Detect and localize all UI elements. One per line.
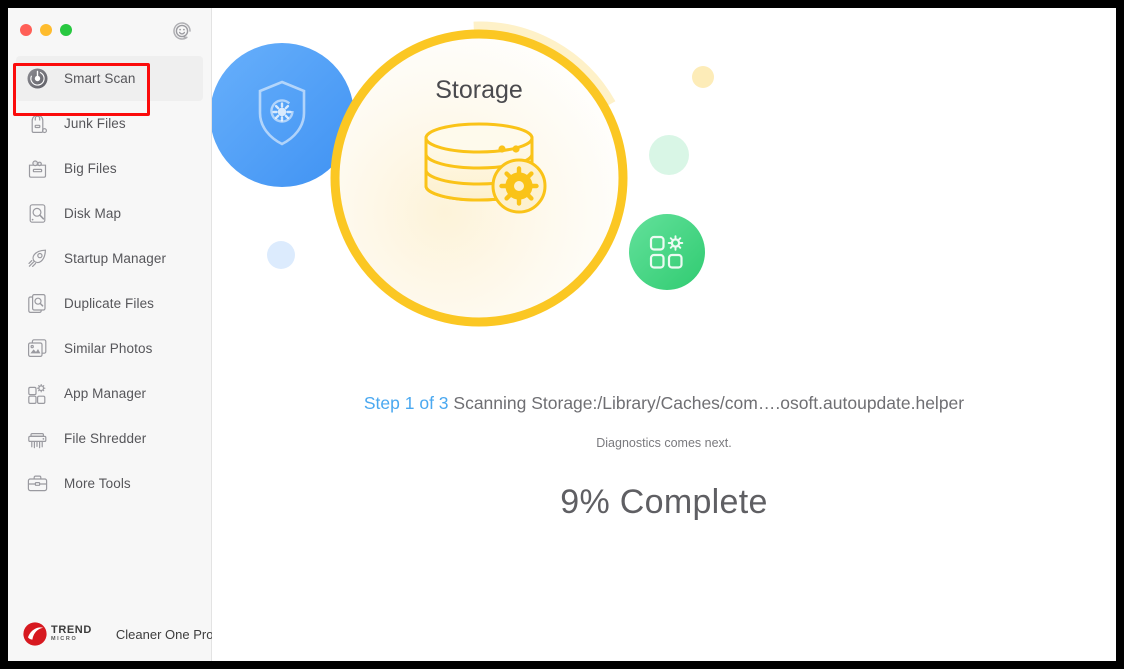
sidebar-item-big-files[interactable]: Big Files [16, 146, 203, 191]
smart-scan-icon [25, 67, 49, 91]
sidebar-item-startup-manager[interactable]: Startup Manager [16, 236, 203, 281]
smiley-feedback-icon[interactable] [171, 20, 193, 42]
disk-map-icon [25, 202, 49, 226]
sidebar-item-label: Duplicate Files [64, 296, 155, 311]
sidebar-item-label: Startup Manager [64, 251, 167, 266]
trend-micro-wordmark: TREND MICRO [51, 625, 92, 643]
sidebar-item-label: More Tools [64, 476, 131, 491]
window-controls [20, 24, 72, 36]
sidebar-item-label: File Shredder [64, 431, 147, 446]
trend-micro-logo [22, 621, 48, 647]
brand-footer: TREND MICRO Cleaner One Pro [8, 621, 214, 647]
dot-yellow [692, 66, 714, 88]
product-name: Cleaner One Pro [115, 626, 214, 642]
sidebar-item-disk-map[interactable]: Disk Map [16, 191, 203, 236]
duplicate-files-icon [25, 292, 49, 316]
similar-photos-icon [25, 337, 49, 361]
sidebar-item-label: Big Files [64, 161, 117, 176]
startup-manager-icon [25, 247, 49, 271]
close-button[interactable] [20, 24, 32, 36]
more-tools-icon [25, 472, 49, 496]
scan-status-line: Step 1 of 3 Scanning Storage:/Library/Ca… [212, 393, 1116, 414]
sidebar-item-smart-scan[interactable]: Smart Scan [16, 56, 203, 101]
junk-files-icon [25, 112, 49, 136]
dot-green [649, 135, 689, 175]
sidebar-item-label: App Manager [64, 386, 147, 401]
dot-blue [267, 241, 295, 269]
sidebar-item-more-tools[interactable]: More Tools [16, 461, 203, 506]
sidebar-item-label: Smart Scan [64, 71, 136, 86]
scan-hero-graphic: Storage [212, 8, 1116, 398]
sidebar-item-app-manager[interactable]: App Manager [16, 371, 203, 416]
progress-percent-label: 9% Complete [560, 483, 768, 521]
titlebar [8, 8, 211, 50]
file-shredder-icon [25, 427, 49, 451]
app-window: Smart Scan Junk Files Big Files Disk Map… [8, 8, 1116, 661]
app-grid-gear-badge [629, 214, 705, 290]
step-label: Step 1 of 3 [363, 393, 449, 413]
sidebar-nav-list: Smart Scan Junk Files Big Files Disk Map… [8, 56, 211, 506]
sidebar-item-label: Disk Map [64, 206, 122, 221]
app-manager-icon [25, 382, 49, 406]
main-content: Storage Step 1 of 3 Scanning Storage:/Li… [212, 8, 1116, 661]
sidebar-item-junk-files[interactable]: Junk Files [16, 101, 203, 146]
brand-company-line1: TREND [51, 624, 92, 637]
sidebar-item-label: Similar Photos [64, 341, 153, 356]
sidebar-item-label: Junk Files [64, 116, 126, 131]
sidebar: Smart Scan Junk Files Big Files Disk Map… [8, 8, 214, 661]
next-step-note: Diagnostics comes next. [596, 436, 732, 450]
brand-company-line2: MICRO [51, 636, 78, 643]
maximize-button[interactable] [60, 24, 72, 36]
sidebar-item-duplicate-files[interactable]: Duplicate Files [16, 281, 203, 326]
sidebar-item-similar-photos[interactable]: Similar Photos [16, 326, 203, 371]
sidebar-item-file-shredder[interactable]: File Shredder [16, 416, 203, 461]
scan-path: Scanning Storage:/Library/Caches/com….os… [448, 393, 965, 413]
big-files-icon [25, 157, 49, 181]
ring-label: Storage [435, 76, 523, 104]
minimize-button[interactable] [40, 24, 52, 36]
